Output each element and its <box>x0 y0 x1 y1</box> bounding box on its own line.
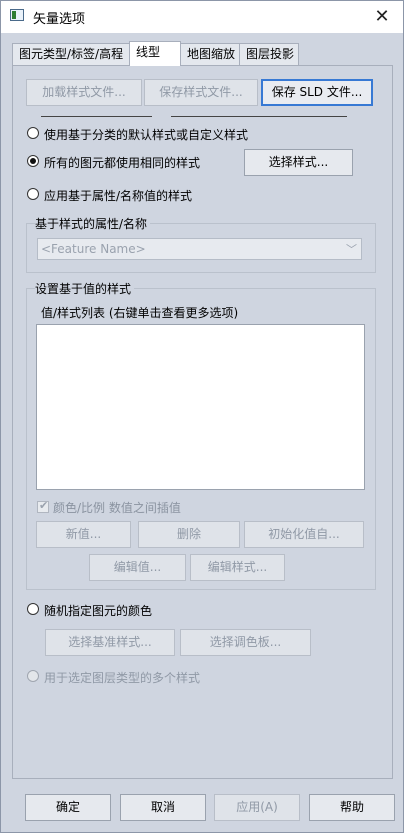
tab-line-style[interactable]: 线型 <box>129 41 181 66</box>
help-button[interactable]: 帮助 <box>309 794 395 821</box>
value-style-list-label: 值/样式列表 (右键单击查看更多选项) <box>41 306 239 320</box>
cancel-button[interactable]: 取消 <box>120 794 206 821</box>
delete-button[interactable]: 删除 <box>138 521 240 548</box>
tab-layer-projection[interactable]: 图层投影 <box>239 43 299 65</box>
app-icon <box>10 9 24 21</box>
separator-line <box>171 116 347 117</box>
radio-label: 所有的图元都使用相同的样式 <box>44 156 201 170</box>
select-style-button[interactable]: 选择样式... <box>244 149 353 176</box>
radio-button[interactable] <box>27 670 39 682</box>
value-group-title: 设置基于值的样式 <box>35 280 135 297</box>
title-bar: 矢量选项 ✕ <box>1 1 403 33</box>
window-title: 矢量选项 <box>33 12 86 27</box>
check-icon: ✔ <box>39 499 49 512</box>
radio-button[interactable] <box>27 188 39 200</box>
apply-button[interactable]: 应用(A) <box>214 794 300 821</box>
radio-label: 使用基于分类的默认样式或自定义样式 <box>44 128 249 142</box>
tab-feature-type-label-elevation[interactable]: 图元类型/标签/高程 <box>12 43 130 65</box>
close-icon[interactable]: ✕ <box>367 3 397 31</box>
select-base-style-button[interactable]: 选择基准样式... <box>45 629 175 656</box>
ok-button[interactable]: 确定 <box>25 794 111 821</box>
save-sld-file-button[interactable]: 保存 SLD 文件... <box>261 79 373 106</box>
feature-name-combobox[interactable]: <Feature Name> ﹀ <box>37 238 362 260</box>
edit-style-button[interactable]: 编辑样式... <box>190 554 285 581</box>
edit-value-button[interactable]: 编辑值... <box>89 554 186 581</box>
tab-map-zoom[interactable]: 地图缩放 <box>180 43 240 65</box>
radio-button[interactable] <box>27 155 39 167</box>
radio-button[interactable] <box>27 603 39 615</box>
interpolate-checkbox[interactable]: ✔ <box>37 499 49 513</box>
radio-label: 随机指定图元的颜色 <box>44 604 153 618</box>
new-value-button[interactable]: 新值... <box>36 521 131 548</box>
radio-button[interactable] <box>27 127 39 139</box>
radio-label: 应用基于属性/名称值的样式 <box>44 189 193 203</box>
attribute-group-title: 基于样式的属性/名称 <box>35 215 151 232</box>
vector-options-dialog: 矢量选项 ✕ 图元类型/标签/高程 线型 地图缩放 图层投影 加载样式文件...… <box>0 0 404 833</box>
interpolate-label: 颜色/比例 数值之间插值 <box>53 501 181 515</box>
save-style-file-button[interactable]: 保存样式文件... <box>144 79 258 106</box>
radio-label: 用于选定图层类型的多个样式 <box>44 671 201 685</box>
load-style-file-button[interactable]: 加载样式文件... <box>26 79 142 106</box>
separator-line <box>41 116 152 117</box>
value-style-listbox[interactable] <box>36 324 365 490</box>
combo-value: <Feature Name> <box>41 242 146 256</box>
init-values-button[interactable]: 初始化值自... <box>244 521 364 548</box>
chevron-down-icon[interactable]: ﹀ <box>346 241 357 257</box>
select-palette-button[interactable]: 选择调色板... <box>180 629 311 656</box>
